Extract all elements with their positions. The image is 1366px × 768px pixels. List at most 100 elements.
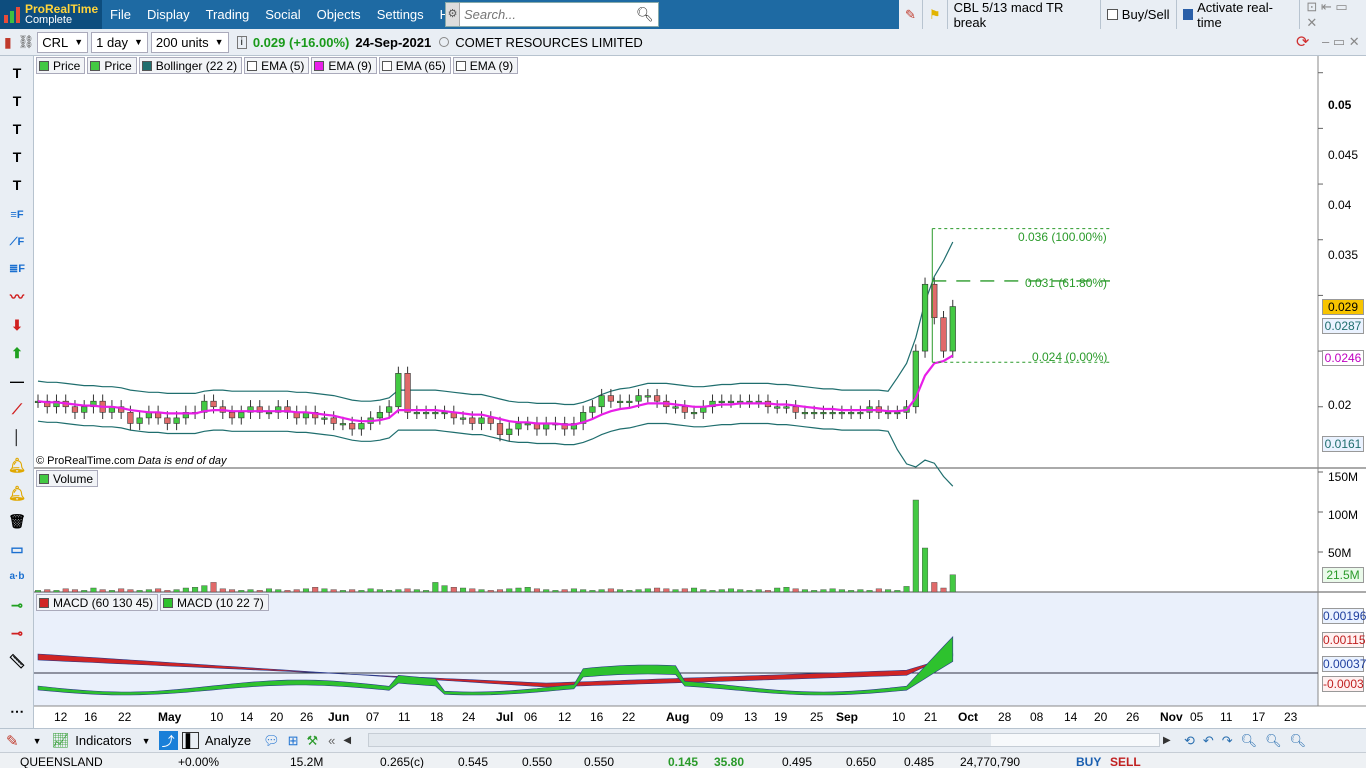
ticker-ask: 0.550 <box>522 755 553 768</box>
scroll-left-icon[interactable]: ◀ <box>343 735 351 746</box>
search-icon[interactable]: 🔍︎ <box>636 6 654 23</box>
candle-body <box>884 412 892 415</box>
trendline-icon[interactable]: ⟋ <box>4 398 30 420</box>
info-icon[interactable]: i <box>236 35 247 49</box>
alert-delete-icon[interactable]: 🔔︎ <box>4 482 30 504</box>
drawing-tool-icon[interactable]: ✎ <box>899 0 923 29</box>
buysell-toggle[interactable]: Buy/Sell <box>1101 0 1177 29</box>
menu-file[interactable]: File <box>102 0 139 29</box>
price-level-icon[interactable]: ⊸ <box>4 594 30 616</box>
rectangle-tool-icon[interactable]: ▭ <box>4 538 30 560</box>
comments-icon[interactable]: 💬︎ <box>263 733 280 749</box>
indicators-button[interactable]: Indicators <box>75 733 131 748</box>
vertical-line-icon[interactable]: │ <box>4 426 30 448</box>
zoom-tools[interactable]: ⟲↶↷🔍︎🔍︎🔍︎ <box>1184 733 1314 749</box>
candle-body <box>358 423 365 430</box>
fibonacci-arc-icon[interactable]: ⟋F <box>4 231 30 253</box>
fibonacci-fan-icon[interactable]: ≡F <box>4 204 30 226</box>
volume-bar <box>700 589 707 593</box>
legend-macd-10[interactable]: MACD (10 22 7) <box>160 594 269 611</box>
legend-ema9[interactable]: EMA (9) <box>311 57 377 74</box>
menu-display[interactable]: Display <box>139 0 198 29</box>
abcd-pattern-icon[interactable]: a·b <box>4 566 30 588</box>
realtime-toggle[interactable]: Activate real-time <box>1177 0 1301 30</box>
more-tools-icon[interactable]: ⋯ <box>4 700 30 722</box>
trash-icon[interactable]: 🗑︎ <box>4 510 30 532</box>
horizontal-line-icon[interactable]: — <box>4 370 30 392</box>
legend-label: Price <box>104 58 132 73</box>
text-tool-icon[interactable]: T <box>4 118 30 140</box>
legend-price-2[interactable]: Price <box>87 57 137 74</box>
volume-bar <box>940 587 947 593</box>
menu-objects[interactable]: Objects <box>309 0 369 29</box>
wave-tool-icon[interactable]: 〰 <box>4 286 30 308</box>
legend-ema5[interactable]: EMA (5) <box>244 57 310 74</box>
screener-name[interactable]: CBL 5/13 macd TR break <box>948 0 1101 30</box>
units-select[interactable]: 200 units ▼ <box>150 31 229 53</box>
chevron-down-icon[interactable]: ▼ <box>33 736 42 746</box>
sell-button[interactable]: SELL <box>1110 755 1141 768</box>
volume-bar <box>293 589 300 593</box>
menu-social[interactable]: Social <box>257 0 308 29</box>
legend-volume[interactable]: Volume <box>36 470 99 487</box>
search-options-icon[interactable]: ⚙ <box>446 3 460 26</box>
volume-bar <box>275 589 282 593</box>
arrow-down-icon[interactable]: ⬇ <box>4 314 30 336</box>
ticker-field: 24,770,790 <box>960 755 1021 768</box>
collapse-left-icon[interactable]: « <box>328 733 335 748</box>
chevron-down-icon[interactable]: ▼ <box>142 736 151 746</box>
text-tool-icon[interactable]: T <box>4 146 30 168</box>
buy-button[interactable]: BUY <box>1076 755 1101 768</box>
menu-trading[interactable]: Trading <box>198 0 258 29</box>
ticker-value: CRL <box>42 34 69 50</box>
ticker-name: QUEENSLAND <box>20 755 103 768</box>
volume-bar <box>497 589 504 593</box>
text-tool-icon[interactable]: T <box>4 174 30 196</box>
alert-bell-icon[interactable]: 🔔︎ <box>4 454 30 476</box>
legend-macd-60[interactable]: MACD (60 130 45) <box>36 594 159 611</box>
ruler-icon[interactable]: 📏︎ <box>4 650 30 672</box>
volume-bar <box>552 590 559 593</box>
share-icon[interactable]: ⤴ <box>158 731 178 750</box>
volume-bar <box>626 590 633 593</box>
legend-swatch-icon <box>455 60 466 71</box>
arrow-up-icon[interactable]: ⬆ <box>4 342 30 364</box>
legend-label: Price <box>53 58 81 73</box>
chart-area[interactable]: Price Price Bollinger (22 2) EMA (5) EMA… <box>34 56 1366 724</box>
analyze-icon[interactable]: ▌ <box>181 732 199 749</box>
pencil-icon[interactable]: ✎ <box>6 732 19 750</box>
x-tick-label: 19 <box>774 710 788 724</box>
ticker-row[interactable]: QUEENSLAND +0.00% 15.2M 0.265(c) 0.545 0… <box>0 752 1366 768</box>
legend-ema9-2[interactable]: EMA (9) <box>452 57 519 74</box>
analyze-button[interactable]: Analyze <box>205 733 251 748</box>
search-input[interactable] <box>460 7 636 22</box>
volume-bar <box>857 589 864 593</box>
stop-level-icon[interactable]: ⊸ <box>4 622 30 644</box>
fibonacci-retracement-icon[interactable]: ≣F <box>4 258 30 280</box>
window-controls-2[interactable]: – ▭ ✕ <box>1322 34 1360 50</box>
legend-ema65[interactable]: EMA (65) <box>378 57 451 74</box>
chart-canvas[interactable] <box>34 56 1366 728</box>
text-tool-icon[interactable]: T <box>4 62 30 84</box>
window-controls[interactable]: ⊡ ⇤ ▭ ✕ <box>1300 0 1366 30</box>
scroll-right-icon[interactable]: ▶ <box>1163 735 1171 746</box>
chart-type-icon[interactable]: ▮ <box>4 34 12 51</box>
indicators-icon[interactable]: 📈︎ <box>52 732 70 749</box>
volume-tick-label: 150M <box>1328 470 1359 484</box>
ticker-select[interactable]: CRL ▼ <box>37 31 89 53</box>
legend-price[interactable]: Price <box>36 57 86 74</box>
chart-layout-icon[interactable]: ⊞ <box>288 733 299 749</box>
link-icon[interactable]: ⛓ <box>18 34 35 50</box>
radio-icon[interactable] <box>439 37 450 47</box>
timeframe-select[interactable]: 1 day ▼ <box>91 31 148 53</box>
legend-bollinger[interactable]: Bollinger (22 2) <box>138 57 243 74</box>
buysell-checkbox[interactable] <box>1106 9 1118 20</box>
candle-body <box>589 406 596 413</box>
text-tool-icon[interactable]: T <box>4 90 30 112</box>
tools-icon[interactable]: ⚒ <box>306 733 318 749</box>
menu-settings[interactable]: Settings <box>369 0 432 29</box>
refresh-icon[interactable]: ⟳ <box>1296 32 1309 52</box>
flag-icon[interactable]: ⚑ <box>923 0 948 29</box>
scrollbar-thumb[interactable] <box>369 734 991 746</box>
horizontal-scrollbar[interactable] <box>368 733 1160 747</box>
